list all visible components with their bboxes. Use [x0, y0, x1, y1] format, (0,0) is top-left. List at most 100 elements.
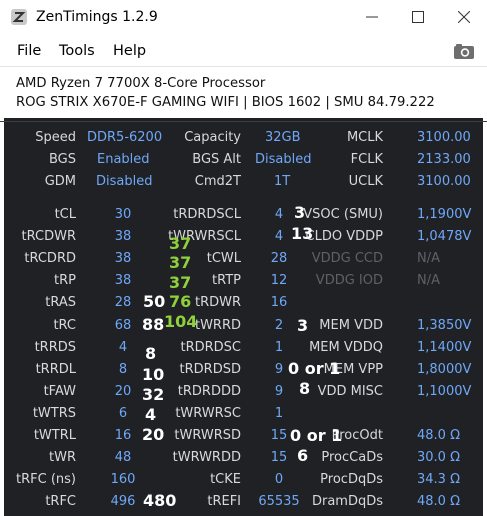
timing-value: 8	[118, 362, 128, 377]
close-button[interactable]	[441, 0, 487, 34]
annotation-ras-green: 76	[169, 292, 192, 311]
timing-value: 65535	[258, 494, 300, 509]
capacity-value: 32GB	[265, 130, 301, 145]
timing-value: 1,0478V	[417, 229, 472, 244]
timing-label: VDDG CCD	[311, 251, 383, 266]
timing-value: 16	[270, 295, 288, 310]
timing-value: 48.0 Ω	[417, 494, 461, 509]
timing-value: 1,1000V	[417, 384, 472, 399]
timing-value: 38	[114, 251, 132, 266]
timing-value: 2	[274, 318, 284, 333]
timing-label: ProcCaDs	[321, 450, 383, 465]
timing-value: 28	[270, 251, 288, 266]
timing-label: VDDG IOD	[315, 273, 383, 288]
annotation-rrdl: 10	[142, 365, 165, 384]
timing-label: tRCDRD	[24, 251, 76, 266]
bgs-value: Enabled	[97, 152, 150, 167]
timing-value: 1,3850V	[417, 318, 472, 333]
timing-label: tRC	[53, 318, 76, 333]
timing-label: tRRDS	[34, 340, 76, 355]
timing-label: tRAS	[45, 295, 76, 310]
timing-value: 16	[114, 428, 132, 443]
uclk-label: UCLK	[348, 174, 383, 189]
maximize-icon	[412, 11, 424, 23]
timing-label: MEM VDDQ	[309, 340, 383, 355]
fclk-label: FCLK	[350, 152, 383, 167]
minimize-icon	[366, 16, 378, 18]
board-info: ROG STRIX X670E-F GAMING WIFI | BIOS 160…	[16, 95, 435, 110]
annotation-ras-white: 50	[143, 292, 166, 311]
cmd2t-value: 1T	[274, 174, 291, 189]
bgs-label: BGS	[48, 152, 76, 167]
timing-label: VDD MISC	[317, 384, 383, 399]
annotation-wrrd: 3	[297, 316, 309, 335]
mclk-value: 3100.00	[417, 130, 471, 145]
timing-label: tWTRL	[33, 428, 76, 443]
timing-value: 0	[274, 472, 284, 487]
cmd2t-label: Cmd2T	[194, 174, 241, 189]
timing-value: 48.0 Ω	[417, 428, 461, 443]
timing-value: 4	[118, 340, 128, 355]
timing-value: 15	[270, 450, 288, 465]
timing-label: tRDRDSD	[179, 362, 241, 377]
timing-label: tRRDL	[35, 362, 76, 377]
timing-label: tWRWRDD	[172, 450, 241, 465]
timing-value: 1,1400V	[417, 340, 472, 355]
annotation-rfc: 480	[143, 491, 177, 510]
annotation-wrwrsd: 0 or 1	[290, 426, 343, 445]
menu-file[interactable]: File	[17, 43, 41, 59]
timing-value: 38	[114, 273, 132, 288]
annotation-rp: 37	[169, 273, 192, 292]
timing-value: 496	[110, 494, 136, 509]
timing-label: CLDO VDDP	[305, 229, 383, 244]
menu-tools[interactable]: Tools	[59, 43, 95, 59]
timing-label: tRFC	[45, 494, 76, 509]
timing-value: 38	[114, 229, 132, 244]
timing-value: 28	[114, 295, 132, 310]
timing-value: 9	[274, 384, 284, 399]
bgsalt-label: BGS Alt	[192, 152, 241, 167]
timing-label: tRP	[54, 273, 76, 288]
timing-label: tRDWR	[194, 295, 241, 310]
app-icon	[11, 9, 27, 25]
minimize-button[interactable]	[349, 0, 395, 34]
timing-label: tCKE	[210, 472, 241, 487]
maximize-button[interactable]	[395, 0, 441, 34]
timing-value: 48	[114, 450, 132, 465]
annotation-wtrs: 4	[145, 405, 157, 424]
timing-label: tRTP	[212, 273, 241, 288]
annotation-wtrl: 20	[142, 425, 165, 444]
timing-label: tWRRD	[194, 318, 241, 333]
annotation-rdrddd: 8	[299, 379, 311, 398]
timing-label: MEM VDD	[319, 318, 383, 333]
fclk-value: 2133.00	[417, 152, 471, 167]
timing-label: tFAW	[43, 384, 76, 399]
timing-value: 1	[274, 406, 284, 421]
close-icon	[458, 11, 470, 23]
timing-label: tRDRDSCL	[173, 207, 241, 222]
timing-value: 1,1900V	[417, 207, 472, 222]
timing-label: tRFC (ns)	[16, 472, 76, 487]
title-bar[interactable]: ZenTimings 1.2.9	[0, 0, 487, 34]
menu-help[interactable]: Help	[113, 43, 146, 59]
timing-value: 30	[114, 207, 132, 222]
annotation-rcdrd: 37	[169, 253, 192, 272]
timing-value: 160	[110, 472, 136, 487]
screenshot-camera-icon[interactable]	[453, 42, 475, 60]
timing-value: 1,8000V	[417, 362, 472, 377]
timing-value: 1	[274, 340, 284, 355]
annotation-rc-white: 88	[142, 315, 165, 334]
timing-label: tREFI	[207, 494, 241, 509]
annotation-rc-green: 104	[164, 312, 198, 331]
annotation-wrwrdd: 6	[297, 446, 309, 465]
timing-label: tWTRS	[32, 406, 76, 421]
annotation-faw: 32	[142, 385, 165, 404]
speed-label: Speed	[35, 130, 76, 145]
system-info: AMD Ryzen 7 7700X 8-Core Processor ROG S…	[0, 66, 487, 119]
timing-value: 30.0 Ω	[417, 450, 461, 465]
annotation-rcdwr: 37	[169, 234, 192, 253]
timing-value: 12	[270, 273, 288, 288]
timing-value: N/A	[417, 273, 440, 288]
timing-label: VSOC (SMU)	[303, 207, 383, 222]
timing-label: tWRWRSC	[175, 406, 241, 421]
